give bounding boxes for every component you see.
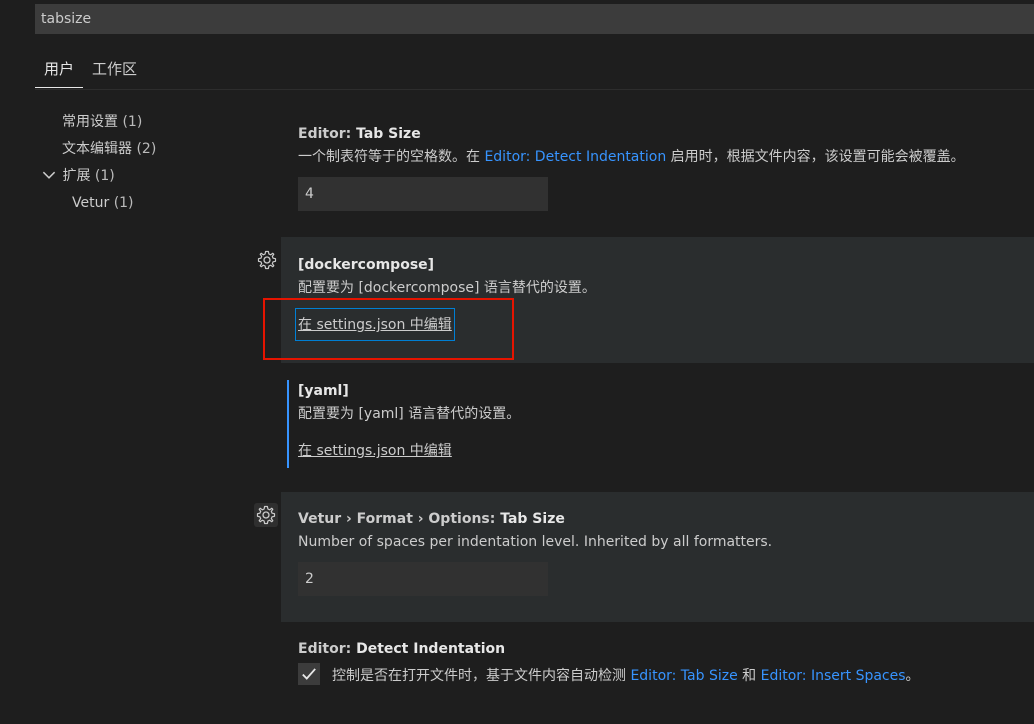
toc-item-label: 常用设置 bbox=[62, 114, 118, 130]
setting-description: 配置要为 [dockercompose] 语言替代的设置。 bbox=[298, 280, 596, 296]
desc-text: 。 bbox=[905, 668, 920, 684]
setting-name: Tab Size bbox=[500, 511, 565, 527]
toc-item-vetur[interactable]: Vetur (1) bbox=[40, 193, 156, 220]
setting-detect-indentation: Editor: Detect Indentation 控制是否在打开文件时，基于… bbox=[281, 639, 1034, 709]
toc-item-count: (1) bbox=[94, 168, 115, 184]
setting-category: Vetur › Format › Options: bbox=[298, 511, 501, 527]
detect-indentation-link[interactable]: Editor: Detect Indentation bbox=[484, 149, 666, 165]
setting-yaml: [yaml] 配置要为 [yaml] 语言替代的设置。 在 settings.j… bbox=[281, 381, 1034, 476]
tab-size-link[interactable]: Editor: Tab Size bbox=[630, 668, 737, 684]
chevron-down-icon[interactable] bbox=[40, 166, 58, 184]
setting-description: 一个制表符等于的空格数。在 Editor: Detect Indentation… bbox=[298, 147, 1034, 167]
toc-item-text-editor[interactable]: 文本编辑器 (2) bbox=[40, 139, 156, 166]
desc-text: 启用时，根据文件内容，该设置可能会被覆盖。 bbox=[666, 149, 965, 165]
tab-size-input[interactable]: 4 bbox=[298, 177, 548, 211]
settings-toc: 常用设置 (1) 文本编辑器 (2) 扩展 (1) Vetur (1) bbox=[40, 112, 156, 220]
setting-description: 配置要为 [yaml] 语言替代的设置。 bbox=[298, 406, 521, 422]
setting-title: [yaml] bbox=[298, 383, 349, 399]
highlight-annotation-box bbox=[263, 298, 514, 360]
input-value: 2 bbox=[305, 571, 314, 587]
toc-item-extensions[interactable]: 扩展 (1) bbox=[40, 166, 156, 193]
toc-item-count: (1) bbox=[122, 114, 143, 130]
settings-editor: tabsize 用户 工作区 常用设置 (1) 文本编辑器 (2) 扩展 (1)… bbox=[0, 0, 1034, 724]
setting-title: Editor: Tab Size bbox=[298, 124, 1034, 144]
gear-icon[interactable] bbox=[254, 503, 278, 527]
setting-vetur-tab-size: Vetur › Format › Options: Tab Size Numbe… bbox=[281, 492, 1034, 622]
insert-spaces-link[interactable]: Editor: Insert Spaces bbox=[761, 668, 906, 684]
desc-text: 和 bbox=[737, 668, 761, 684]
toc-item-commonly-used[interactable]: 常用设置 (1) bbox=[40, 112, 156, 139]
toc-item-label: 文本编辑器 bbox=[62, 141, 132, 157]
setting-category: Editor: bbox=[298, 126, 357, 142]
setting-description: 控制是否在打开文件时，基于文件内容自动检测 Editor: Tab Size 和… bbox=[298, 663, 1034, 686]
edit-in-settings-json-link[interactable]: 在 settings.json 中编辑 bbox=[298, 443, 452, 459]
setting-title: Editor: Detect Indentation bbox=[298, 639, 1034, 659]
toc-item-label: Vetur bbox=[72, 195, 110, 211]
detect-indentation-checkbox[interactable] bbox=[298, 663, 320, 685]
setting-category: Editor: bbox=[298, 641, 357, 657]
tab-user[interactable]: 用户 bbox=[35, 58, 84, 88]
tabs-divider bbox=[35, 89, 1034, 90]
setting-title: [dockercompose] bbox=[298, 257, 435, 273]
settings-scope-tabs: 用户 工作区 bbox=[35, 58, 146, 90]
setting-title: Vetur › Format › Options: Tab Size bbox=[298, 509, 1034, 529]
toc-item-count: (1) bbox=[113, 195, 134, 211]
setting-editor-tab-size: Editor: Tab Size 一个制表符等于的空格数。在 Editor: D… bbox=[281, 124, 1034, 224]
toc-item-label: 扩展 bbox=[62, 168, 91, 184]
settings-search-input[interactable]: tabsize bbox=[35, 4, 1034, 34]
setting-description: Number of spaces per indentation level. … bbox=[298, 534, 773, 550]
input-value: 4 bbox=[305, 186, 314, 202]
toc-item-count: (2) bbox=[136, 141, 157, 157]
tab-workspace[interactable]: 工作区 bbox=[83, 58, 146, 88]
setting-name: Detect Indentation bbox=[356, 641, 506, 657]
search-value: tabsize bbox=[41, 11, 92, 27]
desc-text: 控制是否在打开文件时，基于文件内容自动检测 bbox=[332, 668, 631, 684]
setting-name: Tab Size bbox=[356, 126, 421, 142]
gear-icon[interactable] bbox=[255, 248, 279, 272]
check-icon bbox=[302, 668, 316, 680]
desc-text: 一个制表符等于的空格数。在 bbox=[298, 149, 485, 165]
vetur-tab-size-input[interactable]: 2 bbox=[298, 562, 548, 596]
